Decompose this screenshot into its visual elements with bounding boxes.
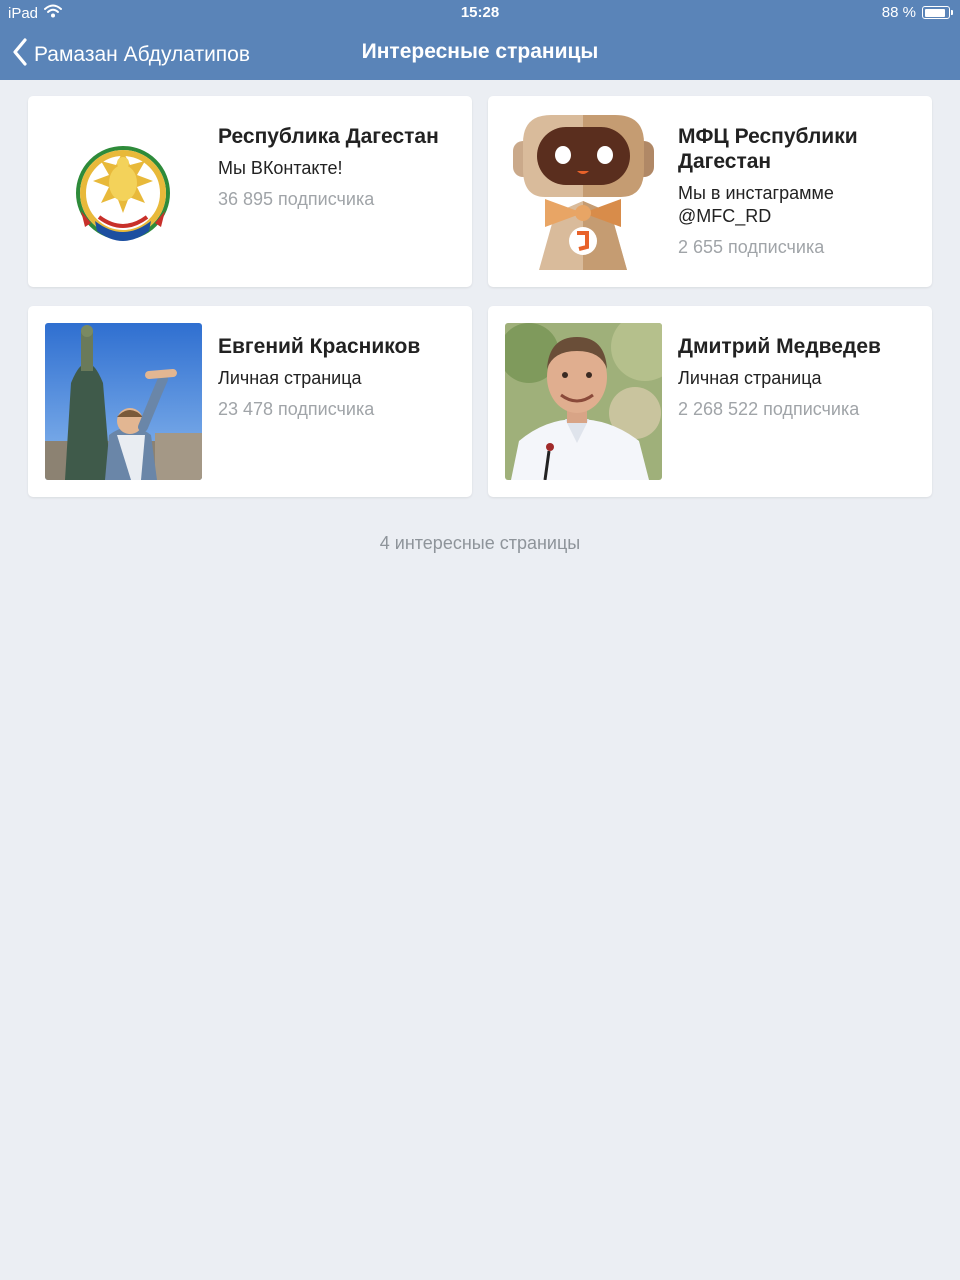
subscriber-count: 23 478 подписчика [218, 399, 375, 419]
page-title: Интересные страницы [361, 40, 599, 63]
avatar [505, 323, 662, 480]
mfc-robot-mascot-icon [505, 113, 662, 270]
page-name: Республика Дагестан [218, 125, 439, 148]
card-text: Дмитрий Медведев Личная страница 2 268 5… [678, 334, 916, 420]
status-right: 88 % [881, 4, 953, 21]
card-text: МФЦ Республики Дагестан Мы в инстаграмме… [678, 124, 916, 258]
page-name: Дмитрий Медведев [678, 335, 881, 358]
subscriber-count: 2 268 522 подписчика [678, 399, 860, 419]
page-name: Евгений Красников [218, 335, 421, 358]
status-bar: iPad 15:28 88 % [0, 0, 960, 26]
pages-count: 4 интересные страницы [379, 533, 581, 553]
battery-tip [951, 10, 953, 15]
navigation-bar: Рамазан Абдулатипов Интересные страницы [0, 26, 960, 80]
page-status: Мы в инстаграмме @MFC_RD [678, 183, 834, 226]
page-status: Личная страница [678, 368, 822, 388]
page-status: Личная страница [218, 368, 362, 388]
page-card-medvedev[interactable]: Дмитрий Медведев Личная страница 2 268 5… [488, 306, 932, 497]
avatar [45, 323, 202, 480]
subscriber-count: 2 655 подписчика [678, 237, 825, 257]
page-card-krasnikov[interactable]: Евгений Красников Личная страница 23 478… [28, 306, 472, 497]
page-card-mfc[interactable]: МФЦ Республики Дагестан Мы в инстаграмме… [488, 96, 932, 287]
page-name: МФЦ Республики Дагестан [678, 125, 858, 173]
subscriber-count: 36 895 подписчика [218, 189, 375, 209]
battery-icon [922, 6, 953, 19]
battery-percent: 88 % [881, 4, 916, 21]
battery-level [924, 8, 945, 17]
clock: 15:28 [460, 4, 500, 21]
top-bar: iPad 15:28 88 % Рамазан Абдулатипов Инте… [0, 0, 960, 80]
card-text: Республика Дагестан Мы ВКонтакте! 36 895… [218, 124, 456, 210]
page-status: Мы ВКонтакте! [218, 158, 343, 178]
dagestan-emblem-icon [45, 113, 202, 270]
card-text: Евгений Красников Личная страница 23 478… [218, 334, 456, 420]
page-card-dagestan[interactable]: Республика Дагестан Мы ВКонтакте! 36 895… [28, 96, 472, 287]
